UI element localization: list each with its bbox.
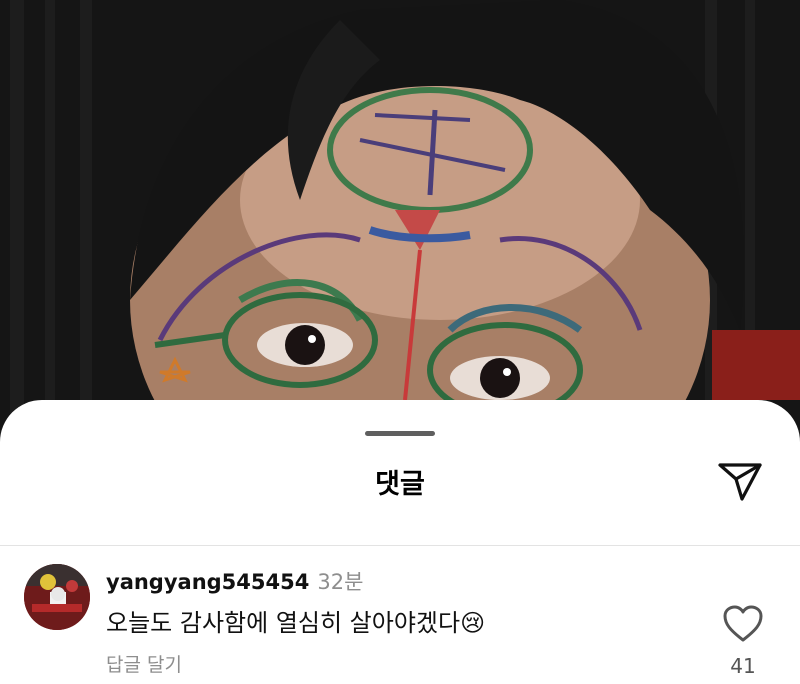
crying-face-emoji: 😢	[460, 609, 486, 637]
like-count: 41	[730, 654, 756, 678]
reply-button[interactable]: 답글 달기	[106, 650, 182, 677]
comment-timestamp: 32분	[317, 570, 364, 594]
share-button[interactable]	[712, 456, 768, 506]
comment-item: yangyang545454 32분 오늘도 감사함에 열심히 살아야겠다😢 답글…	[0, 546, 800, 684]
comment-username[interactable]: yangyang545454	[106, 570, 309, 594]
comment-text-body: 오늘도 감사함에 열심히 살아야겠다	[106, 609, 461, 637]
avatar[interactable]	[24, 564, 90, 630]
comment-text: 오늘도 감사함에 열심히 살아야겠다😢	[106, 603, 485, 638]
sheet-title: 댓글	[375, 469, 425, 500]
like-button[interactable]	[722, 604, 764, 644]
background-photo	[0, 0, 800, 430]
sheet-drag-handle[interactable]	[365, 431, 435, 436]
send-paper-plane-icon	[718, 463, 762, 501]
heart-outline-icon	[723, 605, 763, 642]
